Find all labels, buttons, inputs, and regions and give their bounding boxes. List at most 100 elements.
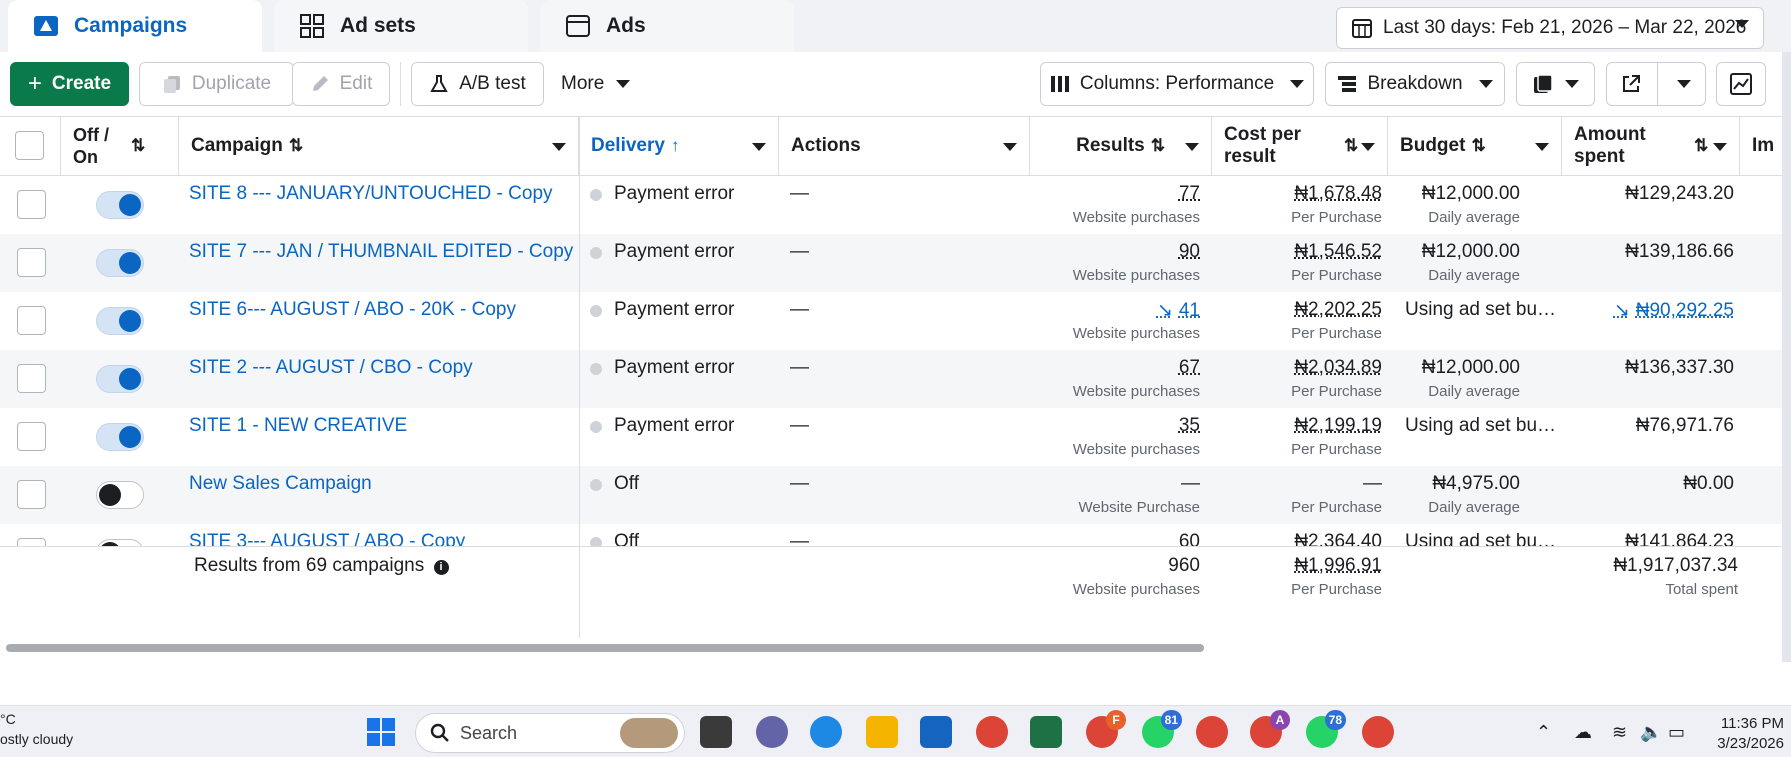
scrollbar-thumb[interactable] <box>6 644 1204 652</box>
edit-button[interactable]: Edit <box>292 62 390 106</box>
row-checkbox[interactable] <box>17 248 46 277</box>
header-campaign[interactable]: Campaign ⇅ <box>179 117 579 175</box>
chrome-active-icon[interactable] <box>1362 716 1394 748</box>
info-icon[interactable]: i <box>433 560 449 575</box>
campaign-toggle[interactable] <box>96 249 144 277</box>
table-row[interactable]: New Sales Campaign Off — — Website Purchase —… <box>0 466 1782 524</box>
results-value[interactable]: 67 <box>1179 357 1200 379</box>
campaign-toggle[interactable] <box>96 539 144 546</box>
header-budget[interactable]: Budget ⇅ <box>1388 117 1562 175</box>
campaign-name-link[interactable]: SITE 6--- AUGUST / ABO - 20K - Copy <box>189 299 516 321</box>
chevron-up-icon[interactable]: ⌃ <box>1536 722 1551 743</box>
actions-value: — <box>790 473 809 494</box>
campaign-toggle[interactable] <box>96 191 144 219</box>
store-icon[interactable] <box>920 716 952 748</box>
campaign-name-link[interactable]: SITE 1 - NEW CREATIVE <box>189 415 407 437</box>
campaign-toggle[interactable] <box>96 423 144 451</box>
weather-widget[interactable]: °C ostly cloudy <box>0 709 73 749</box>
cost-per-result-value[interactable]: ₦2,034.89 <box>1294 357 1382 379</box>
table-row[interactable]: SITE 7 --- JAN / THUMBNAIL EDITED - Copy… <box>0 234 1782 292</box>
amount-spent-value[interactable]: ↘ ₦90,292.25 <box>1614 299 1734 322</box>
vertical-scrollbar[interactable] <box>1782 52 1791 662</box>
results-value[interactable]: 60 <box>1179 531 1200 546</box>
select-all-checkbox[interactable] <box>15 131 44 160</box>
results-number: 60 <box>1178 531 1200 546</box>
amount-spent-value: ₦139,186.66 <box>1625 241 1734 263</box>
duplicate-button[interactable]: Duplicate <box>139 62 294 106</box>
file-explorer-icon[interactable] <box>866 716 898 748</box>
create-button[interactable]: + Create <box>10 62 129 106</box>
wifi-icon[interactable]: ≋ <box>1612 722 1627 743</box>
ab-test-button[interactable]: A/B test <box>411 62 544 106</box>
toggle-knob <box>119 252 141 274</box>
table-row[interactable]: SITE 2 --- AUGUST / CBO - Copy Payment er… <box>0 350 1782 408</box>
summary-cost-per-result[interactable]: ₦1,996.91 <box>1294 555 1382 577</box>
cost-per-result-value[interactable]: ₦2,199.19 <box>1294 415 1382 437</box>
header-results[interactable]: Results ⇅ <box>1030 117 1212 175</box>
campaign-name-link[interactable]: New Sales Campaign <box>189 473 372 495</box>
campaign-toggle[interactable] <box>96 307 144 335</box>
more-menu[interactable]: More <box>561 62 631 106</box>
campaign-name-link[interactable]: SITE 2 --- AUGUST / CBO - Copy <box>189 357 473 379</box>
cost-per-result-value[interactable]: ₦2,364.40 <box>1294 531 1382 546</box>
start-windows-icon[interactable] <box>365 716 397 748</box>
header-actions[interactable]: Actions <box>779 117 1030 175</box>
excel-icon[interactable] <box>1030 716 1062 748</box>
tab-ads[interactable]: Ads <box>540 0 794 52</box>
row-checkbox[interactable] <box>17 422 46 451</box>
amount-spent-number: ₦136,337.30 <box>1625 357 1734 378</box>
edge-icon[interactable] <box>810 716 842 748</box>
header-delivery[interactable]: Delivery ↑ <box>579 117 779 175</box>
whatsapp-icon[interactable]: 81 <box>1142 710 1182 748</box>
system-clock[interactable]: 11:36 PM 3/23/2026 <box>1700 714 1790 754</box>
chrome-profile-icon[interactable]: A <box>1250 710 1290 748</box>
results-value[interactable]: 90 <box>1179 241 1200 263</box>
tab-ad-sets[interactable]: Ad sets <box>274 0 528 52</box>
results-number: 77 <box>1178 183 1200 204</box>
date-range-picker[interactable]: Last 30 days: Feb 21, 2026 – Mar 22, 202… <box>1336 7 1764 49</box>
row-checkbox[interactable] <box>17 306 46 335</box>
cost-per-result-value[interactable]: ₦2,202.25 <box>1294 299 1382 321</box>
teams-icon[interactable] <box>756 716 788 748</box>
battery-icon[interactable]: ▭ <box>1668 722 1685 743</box>
task-view-icon[interactable] <box>700 716 732 748</box>
header-amount-spent[interactable]: Amount spent ⇅ <box>1562 117 1740 175</box>
notification-badge: F <box>1106 710 1126 730</box>
campaign-name-link[interactable]: SITE 8 --- JANUARY/UNTOUCHED - Copy <box>189 183 553 205</box>
taskbar-search[interactable]: Search <box>415 713 685 753</box>
campaign-name-link[interactable]: SITE 7 --- JAN / THUMBNAIL EDITED - Copy <box>189 241 573 263</box>
chrome-profile-icon[interactable]: F <box>1086 710 1126 748</box>
flask-icon <box>430 75 448 92</box>
row-checkbox[interactable] <box>17 190 46 219</box>
campaign-toggle[interactable] <box>96 481 144 509</box>
tab-campaigns[interactable]: Campaigns <box>8 0 262 52</box>
row-checkbox[interactable] <box>17 480 46 509</box>
whatsapp-icon[interactable]: 78 <box>1306 710 1346 748</box>
row-checkbox[interactable] <box>17 364 46 393</box>
cloud-icon[interactable]: ☁ <box>1574 722 1592 743</box>
chrome-profile-icon[interactable] <box>1196 716 1228 748</box>
results-value[interactable]: 77 <box>1179 183 1200 205</box>
charts-button[interactable] <box>1716 62 1766 106</box>
columns-button[interactable]: Columns: Performance <box>1040 62 1314 106</box>
results-value[interactable]: ↘ 41 <box>1157 299 1200 322</box>
header-off-on[interactable]: Off / On ⇅ <box>61 117 179 175</box>
campaign-toggle[interactable] <box>96 365 144 393</box>
row-checkbox[interactable] <box>17 538 46 546</box>
breakdown-button[interactable]: Breakdown <box>1325 62 1505 106</box>
volume-icon[interactable]: 🔈 <box>1640 722 1662 743</box>
table-row[interactable]: SITE 1 - NEW CREATIVE Payment error — 35 Web… <box>0 408 1782 466</box>
header-cost-per-result[interactable]: Cost per result ⇅ <box>1212 117 1388 175</box>
cost-per-result-value[interactable]: ₦1,678.48 <box>1294 183 1382 205</box>
export-button[interactable] <box>1606 62 1706 106</box>
header-impressions[interactable]: Im <box>1740 117 1782 175</box>
table-row[interactable]: SITE 8 --- JANUARY/UNTOUCHED - Copy Payme… <box>0 176 1782 234</box>
campaign-name-link[interactable]: SITE 3--- AUGUST / ABO - Copy <box>189 531 465 546</box>
horizontal-scrollbar[interactable] <box>0 638 1782 658</box>
table-row[interactable]: SITE 6--- AUGUST / ABO - 20K - Copy Payme… <box>0 292 1782 350</box>
cost-per-result-value[interactable]: ₦1,546.52 <box>1294 241 1382 263</box>
results-value[interactable]: 35 <box>1179 415 1200 437</box>
chrome-icon[interactable] <box>976 716 1008 748</box>
table-row[interactable]: SITE 3--- AUGUST / ABO - Copy Off — 60 ₦2,36… <box>0 524 1782 546</box>
reports-button[interactable] <box>1516 62 1595 106</box>
